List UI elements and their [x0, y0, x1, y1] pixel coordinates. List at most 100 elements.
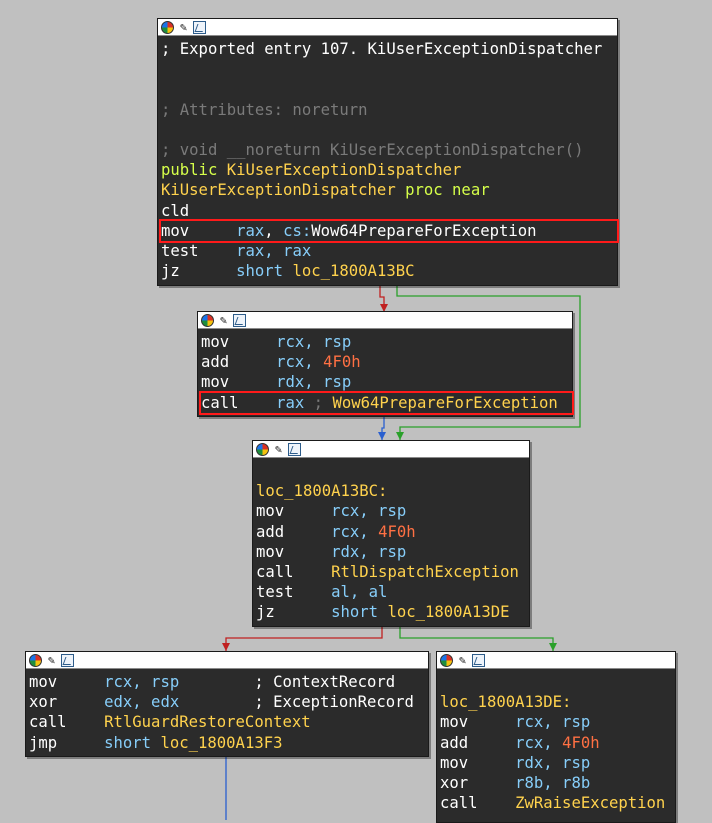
asm-line[interactable]: test al, al — [256, 582, 529, 602]
mnemonic: call — [29, 713, 105, 732]
asm-line[interactable]: call RtlDispatchException — [256, 562, 529, 582]
asm-line-highlighted[interactable]: call rax ; Wow64PrepareForException — [199, 390, 574, 415]
mnemonic: jmp — [29, 733, 105, 752]
mnemonic: mov — [256, 542, 332, 561]
asm-line[interactable]: mov rdx, rsp — [201, 372, 572, 392]
rename-icon[interactable]: ✎ — [45, 653, 58, 667]
immediate: 4F0h — [378, 522, 416, 541]
operand: rcx, rsp — [515, 713, 591, 732]
jump-target[interactable]: loc_1800A13F3 — [160, 734, 282, 752]
node-code: mov rcx, rsp add rcx, 4F0h mov rdx, rsp … — [198, 329, 574, 416]
operand: short — [104, 733, 161, 752]
operand: rcx, rsp — [331, 502, 407, 521]
edge-dispatch-to-restore — [225, 626, 383, 651]
operand: rcx, rsp — [276, 333, 352, 351]
color-palette-icon[interactable] — [29, 653, 42, 667]
mnemonic: mov — [256, 502, 332, 521]
symbol-name[interactable]: RtlDispatchException — [331, 563, 519, 581]
immediate: 4F0h — [323, 353, 361, 372]
asm-line[interactable]: public KiUserExceptionDispatcher — [161, 160, 617, 180]
node-prep-block[interactable]: ✎ mov rcx, rsp add rcx, 4F0h mov rdx, rs… — [197, 311, 574, 417]
rename-icon[interactable]: ✎ — [217, 313, 230, 327]
mnemonic: mov — [201, 333, 277, 351]
mnemonic: add — [440, 733, 516, 752]
node-toolbar: ✎ — [253, 441, 529, 458]
operand: rdx, rsp — [515, 753, 591, 772]
color-palette-icon[interactable] — [256, 442, 269, 456]
jump-target[interactable]: loc_1800A13BC — [292, 262, 414, 280]
symbol-name[interactable]: ZwRaiseException — [515, 794, 665, 812]
rename-icon[interactable]: ✎ — [177, 20, 190, 34]
symbol-name[interactable]: Wow64PrepareForException — [311, 222, 536, 240]
asm-line[interactable]: jz short loc_1800A13DE — [256, 602, 529, 622]
operand: r8b, r8b — [515, 773, 591, 792]
keyword: public — [161, 161, 227, 180]
operand: short — [331, 603, 388, 622]
graph-view-icon[interactable] — [193, 20, 206, 34]
node-toolbar: ✎ — [26, 652, 428, 669]
rename-icon[interactable]: ✎ — [456, 653, 469, 667]
mnemonic: mov — [440, 713, 516, 732]
asm-line[interactable]: call ZwRaiseException — [440, 793, 675, 813]
graph-view-icon[interactable] — [288, 442, 301, 456]
asm-line[interactable]: xor edx, edx ; ExceptionRecord — [29, 692, 428, 712]
node-code: loc_1800A13DE: mov rcx, rsp add rcx, 4F0… — [437, 669, 675, 816]
graph-view-icon[interactable] — [61, 653, 74, 667]
asm-line[interactable]: mov rcx, rsp ; ContextRecord — [29, 672, 428, 692]
asm-line[interactable]: jz short loc_1800A13BC — [161, 261, 617, 281]
edge-arrow — [549, 643, 557, 651]
asm-line[interactable]: mov rdx, rsp — [256, 542, 529, 562]
operand: short — [236, 262, 293, 281]
rename-icon[interactable]: ✎ — [272, 442, 285, 456]
node-raise-block[interactable]: ✎ loc_1800A13DE: mov rcx, rsp add rcx, 4… — [436, 651, 676, 823]
symbol-name[interactable]: KiUserExceptionDispatcher — [161, 181, 396, 199]
comment-line: ; Exported entry 107. KiUserExceptionDis… — [161, 40, 603, 58]
color-palette-icon[interactable] — [201, 313, 214, 327]
asm-line[interactable]: mov rcx, rsp — [201, 332, 572, 352]
asm-line[interactable]: add rcx, 4F0h — [201, 352, 572, 372]
color-palette-icon[interactable] — [161, 20, 174, 34]
asm-line[interactable]: KiUserExceptionDispatcher proc near — [161, 180, 617, 200]
color-palette-icon[interactable] — [440, 653, 453, 667]
node-restore-block[interactable]: ✎ mov rcx, rsp ; ContextRecord xor edx, … — [25, 651, 429, 757]
node-toolbar: ✎ — [198, 312, 572, 329]
block-label[interactable]: loc_1800A13DE: — [440, 692, 675, 712]
mnemonic: call — [201, 393, 277, 412]
operand: rax — [236, 221, 265, 240]
asm-line-highlighted[interactable]: mov rax, cs:Wow64PrepareForException — [159, 218, 619, 243]
asm-line[interactable]: xor r8b, r8b — [440, 773, 675, 793]
asm-line[interactable]: add rcx, 4F0h — [440, 733, 675, 753]
asm-line[interactable]: mov rcx, rsp — [256, 501, 529, 521]
symbol-name[interactable]: RtlGuardRestoreContext — [104, 713, 311, 731]
operand: rax — [276, 393, 305, 412]
node-dispatch-block[interactable]: ✎ loc_1800A13BC: mov rcx, rsp add rcx, 4… — [252, 440, 530, 627]
edge-arrow — [222, 643, 230, 651]
jump-target[interactable]: loc_1800A13DE — [387, 603, 509, 621]
asm-line[interactable]: mov rcx, rsp — [440, 712, 675, 732]
asm-line[interactable]: test rax, rax — [161, 241, 617, 261]
mnemonic: mov — [161, 221, 237, 240]
block-label[interactable]: loc_1800A13BC: — [256, 481, 529, 501]
comment-line: ; Attributes: noreturn — [161, 100, 368, 119]
graph-view-icon[interactable] — [233, 313, 246, 327]
graph-view-icon[interactable] — [472, 653, 485, 667]
segment: cs: — [283, 221, 312, 240]
edge-dispatch-to-raise — [399, 626, 554, 651]
asm-line[interactable]: cld — [161, 201, 617, 221]
mnemonic: jz — [256, 603, 332, 622]
asm-line[interactable]: jmp short loc_1800A13F3 — [29, 733, 428, 753]
symbol-name[interactable]: Wow64PrepareForException — [332, 394, 557, 412]
asm-line[interactable]: add rcx, 4F0h — [256, 522, 529, 542]
asm-line[interactable]: mov rdx, rsp — [440, 753, 675, 773]
operand: rdx, rsp — [276, 373, 352, 392]
asm-line[interactable]: call RtlGuardRestoreContext — [29, 712, 428, 732]
keyword: proc near — [395, 181, 490, 200]
node-code: ; Exported entry 107. KiUserExceptionDis… — [158, 36, 619, 284]
node-entry-block[interactable]: ✎ ; Exported entry 107. KiUserExceptionD… — [157, 18, 619, 286]
mnemonic: xor — [29, 693, 105, 712]
symbol-name[interactable]: KiUserExceptionDispatcher — [227, 161, 462, 179]
